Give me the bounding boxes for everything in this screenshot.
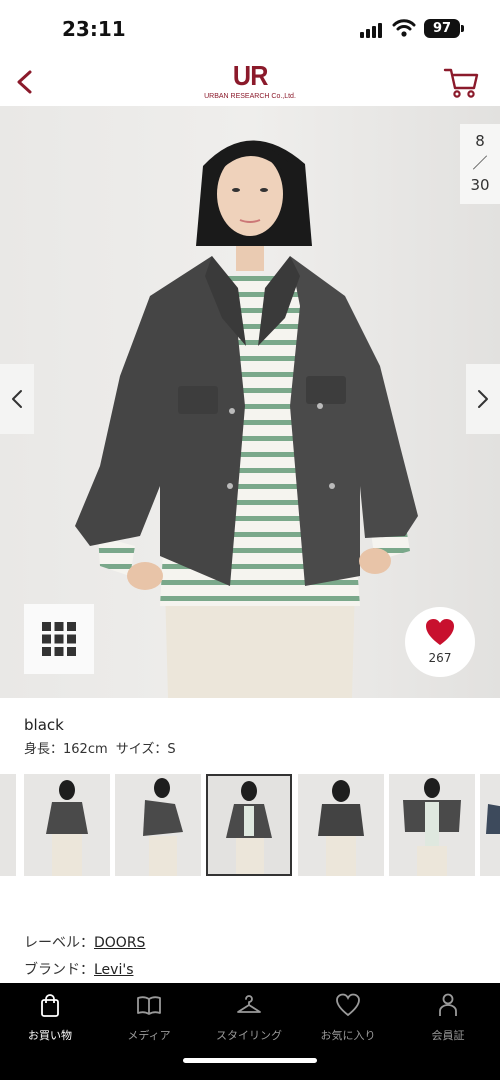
logo-text: URBAN RESEARCH Co.,Ltd. [204, 93, 296, 100]
back-button[interactable] [8, 64, 44, 100]
counter-total: 30 [470, 176, 490, 194]
brand-row: ブランド：Levi's [24, 959, 133, 979]
nav-item-styling[interactable]: スタイリング [204, 991, 294, 1047]
app-header: UR URBAN RESEARCH Co.,Ltd. [0, 58, 500, 106]
cart-icon [443, 68, 479, 98]
counter-current: 8 [475, 132, 485, 150]
nav-label-media: メディア [127, 1029, 171, 1042]
signal-icon [360, 22, 386, 38]
product-main-image[interactable]: 8 ／ 30 267 [0, 106, 500, 698]
model-info: 身長：162cm サイズ：S [24, 738, 180, 757]
brand-link[interactable]: Levi's [94, 962, 133, 978]
chevron-left-icon [17, 70, 32, 94]
battery-icon: 97 [424, 19, 460, 38]
favorite-button[interactable]: 267 [405, 607, 475, 677]
brand-key: ブランド： [24, 962, 94, 978]
thumbnail-item[interactable] [480, 774, 500, 876]
nav-label-styling: スタイリング [216, 1029, 282, 1042]
nav-label-shopping: お買い物 [28, 1029, 72, 1042]
color-name: black [24, 716, 64, 734]
thumbnail-item-selected[interactable] [206, 774, 292, 876]
label-key: レーベル： [24, 935, 94, 951]
prev-image-button[interactable] [0, 364, 34, 434]
shopping-bag-icon [41, 994, 59, 1017]
grid-view-button[interactable] [24, 604, 94, 674]
book-icon [137, 996, 161, 1015]
heart-icon [336, 993, 360, 1017]
logo-mark: UR [232, 60, 269, 91]
home-indicator [183, 1058, 317, 1063]
label-link[interactable]: DOORS [94, 935, 145, 951]
nav-item-member[interactable]: 会員証 [403, 991, 493, 1047]
image-counter: 8 ／ 30 [460, 124, 500, 204]
bottom-nav: お買い物 メディア スタイリング お気に入り 会員証 [0, 983, 500, 1080]
thumbnail-item[interactable] [24, 774, 110, 876]
model-size: サイズ：S [115, 742, 176, 757]
status-time: 23:11 [62, 17, 126, 41]
status-bar: 23:11 97 [0, 0, 500, 58]
next-image-button[interactable] [466, 364, 500, 434]
thumbnail-item[interactable] [298, 774, 384, 876]
model-height: 身長：162cm [24, 742, 108, 757]
thumbnail-item[interactable] [389, 774, 475, 876]
chevron-left-icon [12, 390, 22, 408]
thumbnail-item[interactable] [115, 774, 201, 876]
nav-label-member: 会員証 [431, 1029, 465, 1042]
thumbnail-item[interactable] [0, 774, 16, 876]
battery-tip [461, 25, 464, 32]
nav-label-favorites: お気に入り [320, 1029, 376, 1042]
wifi-icon [392, 18, 416, 38]
hanger-icon [237, 995, 261, 1013]
grid-icon [42, 622, 76, 656]
heart-icon [426, 619, 454, 645]
cart-button[interactable] [442, 64, 480, 100]
nav-item-favorites[interactable]: お気に入り [303, 991, 393, 1047]
nav-item-shopping[interactable]: お買い物 [5, 991, 95, 1047]
chevron-right-icon [478, 390, 488, 408]
counter-separator: ／ [472, 154, 488, 172]
person-icon [439, 993, 457, 1016]
brand-logo[interactable]: UR URBAN RESEARCH Co.,Ltd. [198, 60, 302, 104]
nav-item-media[interactable]: メディア [104, 991, 194, 1047]
label-row: レーベル：DOORS [24, 932, 145, 952]
thumbnail-strip[interactable] [0, 774, 500, 876]
favorite-count: 267 [428, 651, 452, 665]
